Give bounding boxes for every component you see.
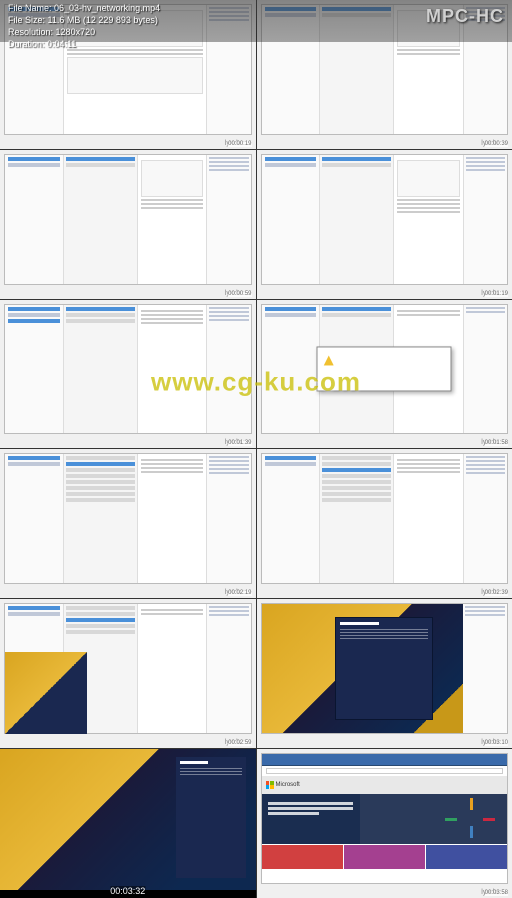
thumbnail-grid: lynda 00:00:19 lynda 00:00:39 bbox=[0, 0, 512, 898]
arrow-up-icon bbox=[470, 798, 473, 810]
timestamp: 00:02:39 bbox=[485, 590, 508, 596]
arrow-right-icon bbox=[483, 818, 495, 821]
content-tiles bbox=[262, 845, 508, 869]
overlay-header: File Name: 06_03-hv_networking.mp4 File … bbox=[0, 0, 512, 42]
timestamp: 00:01:39 bbox=[228, 440, 251, 446]
file-info-block: File Name: 06_03-hv_networking.mp4 File … bbox=[8, 2, 160, 40]
thumbnail-12[interactable]: Microsoft lynda 00:03:58 bbox=[257, 749, 512, 898]
app-name: MPC-HC bbox=[426, 2, 504, 40]
hero-banner bbox=[262, 794, 508, 844]
timestamp: 00:00:39 bbox=[485, 141, 508, 147]
timestamp: 00:00:59 bbox=[228, 291, 251, 297]
company-name: Microsoft bbox=[276, 782, 300, 788]
watermark-text: www.cg-ku.com bbox=[151, 367, 361, 398]
desktop-preview bbox=[5, 652, 87, 734]
timestamp: 00:02:19 bbox=[228, 590, 251, 596]
warning-icon bbox=[324, 356, 334, 366]
file-resolution-row: Resolution: 1280x720 bbox=[8, 26, 160, 38]
file-duration-row: Duration: 0:04:11 bbox=[8, 38, 160, 50]
file-name-row: File Name: 06_03-hv_networking.mp4 bbox=[8, 2, 160, 14]
browser-toolbar bbox=[262, 754, 508, 766]
timestamp: 00:01:58 bbox=[485, 440, 508, 446]
arrows-graphic bbox=[445, 798, 495, 838]
timestamp: 00:03:10 bbox=[485, 740, 508, 746]
thumbnail-7[interactable]: lynda 00:02:19 bbox=[0, 449, 256, 598]
timestamp: 00:03:58 bbox=[485, 890, 508, 896]
microsoft-logo-icon bbox=[266, 781, 274, 789]
address-bar bbox=[266, 768, 504, 774]
timestamp: 00:00:19 bbox=[228, 141, 251, 147]
thumbnail-3[interactable]: lynda 00:00:59 bbox=[0, 150, 256, 299]
file-size-row: File Size: 11.6 MB (12 229 893 bytes) bbox=[8, 14, 160, 26]
thumbnail-10[interactable]: lynda 00:03:10 bbox=[257, 599, 512, 748]
playback-timestamp: 00:03:32 bbox=[110, 886, 145, 896]
networks-panel bbox=[335, 617, 433, 720]
arrow-down-icon bbox=[470, 826, 473, 838]
timestamp: 00:01:19 bbox=[485, 291, 508, 297]
thumbnail-11[interactable]: 00:03:32 bbox=[0, 749, 256, 898]
thumbnail-4[interactable]: lynda 00:01:19 bbox=[257, 150, 512, 299]
networks-panel bbox=[176, 757, 246, 878]
arrow-left-icon bbox=[445, 818, 457, 821]
page-header: Microsoft bbox=[262, 776, 508, 794]
timestamp: 00:02:59 bbox=[228, 740, 251, 746]
thumbnail-8[interactable]: lynda 00:02:39 bbox=[257, 449, 512, 598]
thumbnail-9[interactable]: lynda 00:02:59 bbox=[0, 599, 256, 748]
